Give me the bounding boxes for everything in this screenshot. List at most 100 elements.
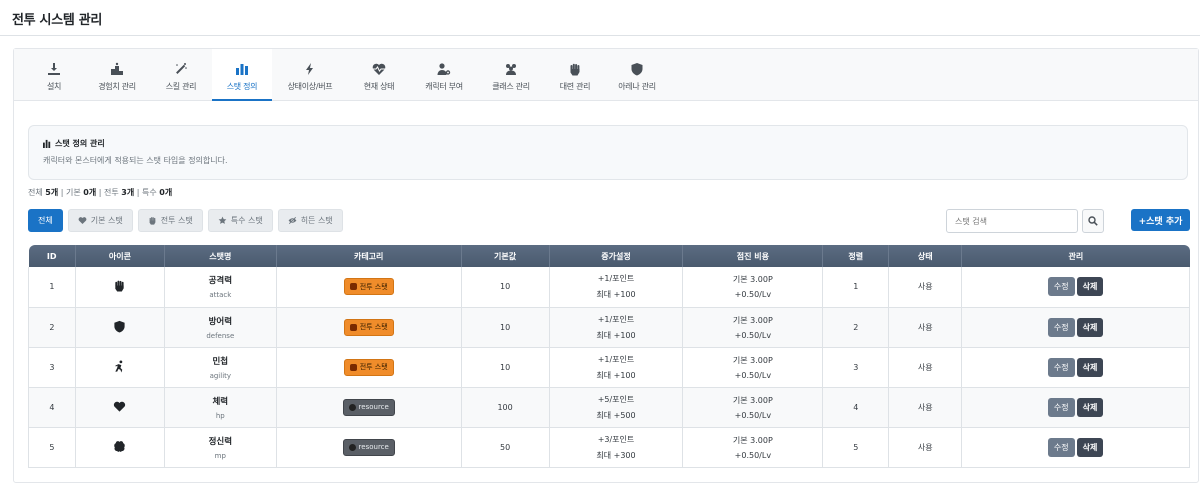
cell-increase: +1/포인트 최대 +100 bbox=[549, 307, 684, 348]
tab-icon-wrap bbox=[110, 60, 124, 78]
filter-button[interactable]: 히든 스탯 bbox=[277, 209, 343, 232]
category-badge-icon bbox=[348, 403, 356, 411]
stat-key: attack bbox=[209, 291, 232, 300]
category-badge-icon bbox=[349, 363, 357, 371]
cell-cost: 기본 3.00P +0.50/Lv bbox=[682, 387, 824, 428]
cell-status: 사용 bbox=[888, 387, 963, 428]
category-badge: 전투 스탯 bbox=[343, 318, 394, 336]
edit-button[interactable]: 수정 bbox=[1047, 317, 1075, 337]
delete-button[interactable]: 삭제 bbox=[1076, 357, 1104, 377]
tab-bar-chart[interactable]: 스탯 정의 bbox=[212, 49, 272, 101]
edit-button[interactable]: 수정 bbox=[1047, 397, 1075, 417]
search-group bbox=[946, 209, 1104, 233]
edit-button[interactable]: 수정 bbox=[1047, 357, 1075, 377]
cell-status: 사용 bbox=[888, 347, 963, 388]
tab-shield[interactable]: 아레나 관리 bbox=[606, 49, 668, 101]
filter-label: 기본 스탯 bbox=[90, 216, 123, 225]
cell-status: 사용 bbox=[888, 267, 963, 308]
cell-order: 1 bbox=[822, 267, 890, 308]
increase-per-point: +5/포인트 bbox=[597, 394, 635, 404]
increase-per-point: +1/포인트 bbox=[597, 314, 635, 324]
column-header: 정렬 bbox=[822, 245, 890, 267]
user-gear-icon bbox=[437, 63, 451, 75]
cell-name: 민첩 agility bbox=[164, 347, 277, 388]
users-icon bbox=[506, 64, 516, 75]
table-row: 3 민첩 agility 전투 스탯 10 +1/포인트 최대 +100 기본 3.00P +0… bbox=[28, 347, 1190, 388]
cell-increase: +1/포인트 최대 +100 bbox=[549, 267, 684, 308]
cell-base: 10 bbox=[461, 347, 550, 388]
cost-base: 기본 3.00P bbox=[732, 315, 773, 325]
bar-chart-icon bbox=[236, 64, 248, 75]
bar-chart-icon bbox=[43, 139, 51, 148]
stat-name: 정신력 bbox=[208, 436, 233, 447]
stat-key: agility bbox=[209, 371, 232, 380]
cell-increase: +1/포인트 최대 +100 bbox=[549, 347, 684, 388]
tab-label: 아레나 관리 bbox=[618, 82, 656, 91]
tab-label: 경험치 관리 bbox=[98, 82, 136, 91]
running-icon bbox=[115, 359, 123, 373]
increase-max: 최대 +500 bbox=[596, 410, 636, 420]
tab-user-gear[interactable]: 캐릭터 부여 bbox=[410, 49, 478, 101]
tab-icon-wrap bbox=[568, 60, 582, 78]
filter-label: 특수 스탯 bbox=[230, 216, 263, 225]
category-label: resource bbox=[358, 443, 389, 451]
tab-download[interactable]: 설치 bbox=[24, 49, 84, 101]
search-button[interactable] bbox=[1082, 209, 1104, 233]
filter-button[interactable]: 특수 스탯 bbox=[207, 209, 273, 232]
column-header: 기본값 bbox=[461, 245, 550, 267]
cell-actions: 수정 삭제 bbox=[961, 307, 1190, 348]
filter-button[interactable]: 전체 bbox=[28, 209, 63, 232]
stat-name: 체력 bbox=[212, 396, 229, 407]
tab-icon-wrap bbox=[504, 60, 518, 78]
tab-ranking[interactable]: 경험치 관리 bbox=[84, 49, 150, 101]
cell-category: resource bbox=[276, 387, 462, 428]
increase-per-point: +1/포인트 bbox=[597, 354, 635, 364]
cell-category: 전투 스탯 bbox=[276, 267, 462, 308]
category-badge: 전투 스탯 bbox=[343, 358, 394, 376]
cell-name: 공격력 attack bbox=[164, 267, 277, 308]
table-header-row: ID 아이콘 스탯명 카테고리 기본값 증가설정 점진 비용 정렬 상태 관리 bbox=[28, 245, 1190, 267]
tab-label: 대련 관리 bbox=[559, 82, 591, 91]
tab-icon-wrap bbox=[372, 60, 386, 78]
add-stat-button[interactable]: +스탯 추가 bbox=[1131, 209, 1190, 231]
tab-users[interactable]: 클래스 관리 bbox=[478, 49, 544, 101]
ranking-icon bbox=[111, 62, 123, 75]
category-badge: 전투 스탯 bbox=[343, 278, 394, 296]
tab-label: 스킬 관리 bbox=[165, 82, 197, 91]
tab-label: 상태이상/버프 bbox=[287, 82, 333, 91]
cell-name: 방어력 defense bbox=[164, 307, 277, 348]
count-total: 5개 bbox=[45, 188, 59, 197]
filter-button[interactable]: 기본 스탯 bbox=[67, 209, 133, 232]
cell-base: 50 bbox=[461, 427, 550, 468]
category-label: 전투 스탯 bbox=[359, 363, 388, 371]
tab-bar: 설치 경험치 관리 스킬 관리 스탯 정의 상태이상/버프 현재 상태 캐릭터 부여 클래스 … bbox=[14, 49, 1198, 101]
delete-button[interactable]: 삭제 bbox=[1076, 437, 1104, 457]
stats-table: ID 아이콘 스탯명 카테고리 기본값 증가설정 점진 비용 정렬 상태 관리 1 공격력 attac… bbox=[28, 245, 1190, 468]
heart-icon bbox=[114, 401, 126, 412]
edit-button[interactable]: 수정 bbox=[1047, 277, 1075, 297]
heartbeat-icon bbox=[372, 63, 386, 75]
cell-id: 2 bbox=[28, 307, 76, 348]
delete-button[interactable]: 삭제 bbox=[1076, 317, 1104, 337]
search-input[interactable] bbox=[946, 209, 1078, 233]
cell-actions: 수정 삭제 bbox=[961, 267, 1190, 308]
cell-cost: 기본 3.00P +0.50/Lv bbox=[682, 347, 824, 388]
tab-fist[interactable]: 대련 관리 bbox=[544, 49, 606, 101]
tab-magic-wand[interactable]: 스킬 관리 bbox=[150, 49, 212, 101]
delete-button[interactable]: 삭제 bbox=[1076, 397, 1104, 417]
fist-icon bbox=[149, 217, 156, 225]
brain-icon bbox=[114, 440, 126, 452]
tab-heartbeat[interactable]: 현재 상태 bbox=[348, 49, 410, 101]
tab-bolt[interactable]: 상태이상/버프 bbox=[272, 49, 348, 101]
edit-button[interactable]: 수정 bbox=[1047, 437, 1075, 457]
filter-button[interactable]: 전투 스탯 bbox=[137, 209, 203, 232]
tab-icon-wrap bbox=[630, 60, 644, 78]
table-row: 4 체력 hp resource 100 +5/포인트 최대 +500 기본 3.00P +0.… bbox=[28, 387, 1190, 428]
delete-button[interactable]: 삭제 bbox=[1076, 277, 1104, 297]
filter-label: 전체 bbox=[38, 216, 53, 225]
column-header: 상태 bbox=[888, 245, 963, 267]
star-icon bbox=[218, 216, 227, 224]
increase-max: 최대 +100 bbox=[596, 290, 636, 300]
page-title: 전투 시스템 관리 bbox=[12, 13, 103, 28]
cost-per-level: +0.50/Lv bbox=[734, 330, 772, 340]
